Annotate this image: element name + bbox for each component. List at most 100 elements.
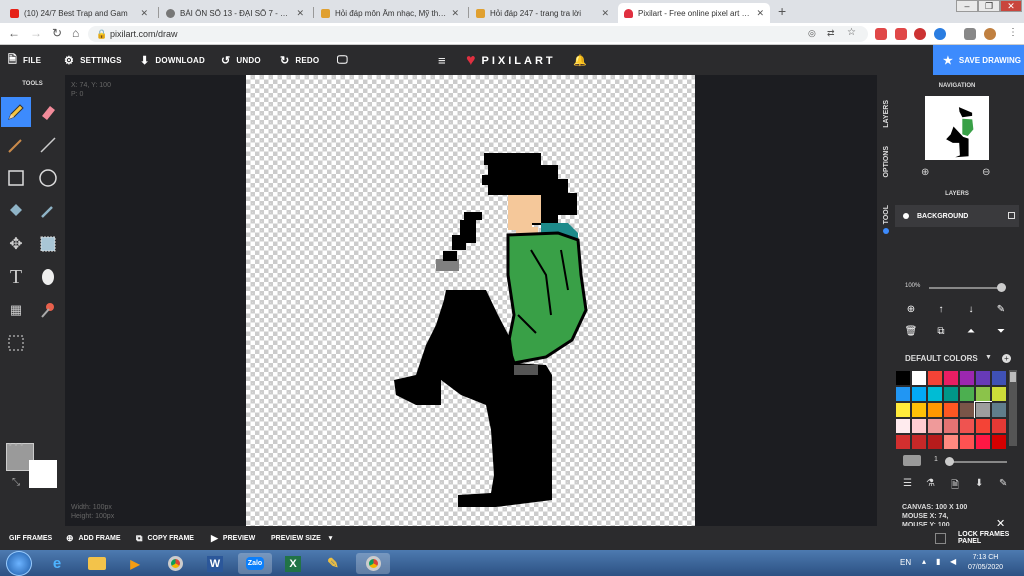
file-menu-button[interactable]: 🗎 FILE (8, 45, 41, 75)
home-icon[interactable]: ⌂ (72, 26, 79, 40)
palette-color-swatch[interactable] (911, 418, 927, 434)
crop-tool[interactable] (1, 328, 31, 358)
secondary-color-swatch[interactable] (29, 460, 57, 488)
word-icon[interactable]: W (198, 553, 232, 574)
edit-layer-icon[interactable]: ✎ (995, 303, 1007, 315)
palette-color-swatch[interactable] (959, 434, 975, 450)
preview-button[interactable]: ▶ PREVIEW (211, 526, 255, 550)
location-icon[interactable]: ◎ (808, 28, 816, 39)
brush-size-knob[interactable] (945, 457, 954, 466)
chrome-icon[interactable] (158, 553, 192, 574)
browser-tab[interactable]: (10) 24/7 Best Trap and Gam ✕ (4, 3, 154, 23)
palette-color-swatch[interactable] (927, 386, 943, 402)
eraser-tool[interactable] (33, 97, 63, 127)
palette-color-swatch[interactable] (927, 370, 943, 386)
flask-icon[interactable]: ⚗ (926, 478, 935, 489)
file-explorer-icon[interactable] (80, 553, 114, 574)
drawing-canvas[interactable] (246, 75, 695, 526)
extension-icon[interactable] (875, 28, 887, 40)
download-palette-icon[interactable]: ⬇ (975, 478, 983, 489)
palette-color-swatch[interactable] (911, 386, 927, 402)
pencil-tool[interactable] (1, 97, 31, 127)
palette-color-swatch[interactable] (991, 402, 1007, 418)
dither-tool[interactable]: ▦ (1, 295, 31, 325)
excel-icon[interactable]: X (276, 553, 310, 574)
palette-title[interactable]: DEFAULT COLORS (905, 354, 978, 363)
new-tab-button[interactable]: + (778, 3, 786, 19)
lock-frames-checkbox[interactable] (935, 533, 946, 544)
move-layer-up-icon[interactable]: ↑ (935, 303, 947, 315)
palette-color-swatch[interactable] (895, 418, 911, 434)
hamburger-menu-button[interactable]: ≡ (438, 45, 452, 75)
stamp-tool[interactable] (33, 295, 63, 325)
palette-color-swatch[interactable] (911, 402, 927, 418)
duplicate-layer-icon[interactable]: ⧉ (935, 325, 947, 337)
language-indicator[interactable]: EN (900, 558, 911, 567)
settings-button[interactable]: ⚙ SETTINGS (64, 45, 122, 75)
translate-icon[interactable]: ⇄ (827, 28, 835, 39)
download-button[interactable]: ⬇ DOWNLOAD (140, 45, 205, 75)
text-tool[interactable]: T (1, 262, 31, 292)
palette-color-swatch[interactable] (895, 434, 911, 450)
zoom-out-icon[interactable]: ⊖ (982, 167, 990, 178)
palette-color-swatch[interactable] (911, 370, 927, 386)
palette-color-swatch[interactable] (991, 386, 1007, 402)
palette-color-swatch[interactable] (927, 434, 943, 450)
forward-icon[interactable]: → (30, 26, 42, 40)
close-tab-icon[interactable]: ✕ (601, 8, 609, 19)
browser-tab[interactable]: Hỏi đáp 247 - trang tra lời ✕ (470, 3, 615, 23)
merge-up-icon[interactable]: ⏶ (965, 325, 977, 337)
opacity-slider[interactable] (929, 287, 1001, 289)
palette-color-swatch[interactable] (959, 386, 975, 402)
layer-row[interactable]: BACKGROUND (895, 205, 1019, 227)
move-layer-down-icon[interactable]: ↓ (965, 303, 977, 315)
palette-color-swatch[interactable] (991, 418, 1007, 434)
add-color-icon[interactable]: + (1002, 354, 1011, 363)
redo-button[interactable]: ↻ REDO (280, 45, 319, 75)
pixilart-logo[interactable]: ♥ PIXILART (466, 52, 556, 70)
network-icon[interactable]: ▮ (936, 557, 940, 566)
eyedropper-icon[interactable]: ✎ (999, 478, 1007, 489)
bookmark-star-icon[interactable]: ☆ (847, 27, 856, 38)
tab-layers[interactable]: LAYERS (877, 89, 895, 139)
opacity-slider-knob[interactable] (997, 283, 1006, 292)
browser-tab[interactable]: Hỏi đáp môn Âm nhạc, Mỹ thuật ✕ (315, 3, 465, 23)
palette-color-swatch[interactable] (959, 370, 975, 386)
close-tab-icon[interactable]: ✕ (296, 8, 304, 19)
chrome-icon[interactable] (356, 553, 390, 574)
add-layer-icon[interactable]: ⊕ (905, 303, 917, 315)
more-tools-button[interactable]: • • • (1, 430, 31, 460)
extension-icon[interactable] (895, 28, 907, 40)
list-icon[interactable]: ☰ (903, 478, 912, 489)
palette-color-swatch[interactable] (975, 434, 991, 450)
maximize-button[interactable]: ❐ (978, 0, 1000, 12)
layer-visibility-toggle[interactable] (1008, 212, 1015, 219)
media-player-icon[interactable]: ▶ (118, 553, 152, 574)
palette-color-swatch[interactable] (991, 370, 1007, 386)
palette-color-swatch[interactable] (943, 370, 959, 386)
navigation-preview[interactable] (925, 96, 989, 160)
minimize-button[interactable]: – (956, 0, 978, 12)
merge-down-icon[interactable]: ⏷ (995, 325, 1007, 337)
close-tab-icon[interactable]: ✕ (451, 8, 459, 19)
select-tool[interactable] (33, 229, 63, 259)
palette-color-swatch[interactable] (943, 434, 959, 450)
copy-frame-button[interactable]: ⧉ COPY FRAME (136, 526, 194, 550)
tab-options[interactable]: OPTIONS (877, 137, 895, 187)
brush-size-slider[interactable] (947, 461, 1007, 463)
palette-color-swatch[interactable] (895, 386, 911, 402)
show-hidden-icons[interactable]: ▴ (922, 557, 926, 566)
palette-color-swatch[interactable] (975, 370, 991, 386)
profile-avatar[interactable] (984, 28, 996, 40)
back-icon[interactable]: ← (8, 26, 20, 40)
gif-frames-button[interactable]: GIF FRAMES (9, 526, 52, 550)
palette-color-swatch[interactable] (911, 434, 927, 450)
close-tab-icon[interactable]: ✕ (140, 8, 148, 19)
browser-tab-active[interactable]: Pixilart - Free online pixel art dra ✕ (618, 3, 770, 23)
close-window-button[interactable]: ✕ (1000, 0, 1022, 12)
move-tool[interactable]: ✥ (1, 229, 31, 259)
save-drawing-button[interactable]: ★ SAVE DRAWING (933, 45, 1024, 75)
close-tab-icon[interactable]: ✕ (756, 8, 764, 19)
undo-button[interactable]: ↺ UNDO (221, 45, 261, 75)
line-tool[interactable] (33, 130, 63, 160)
